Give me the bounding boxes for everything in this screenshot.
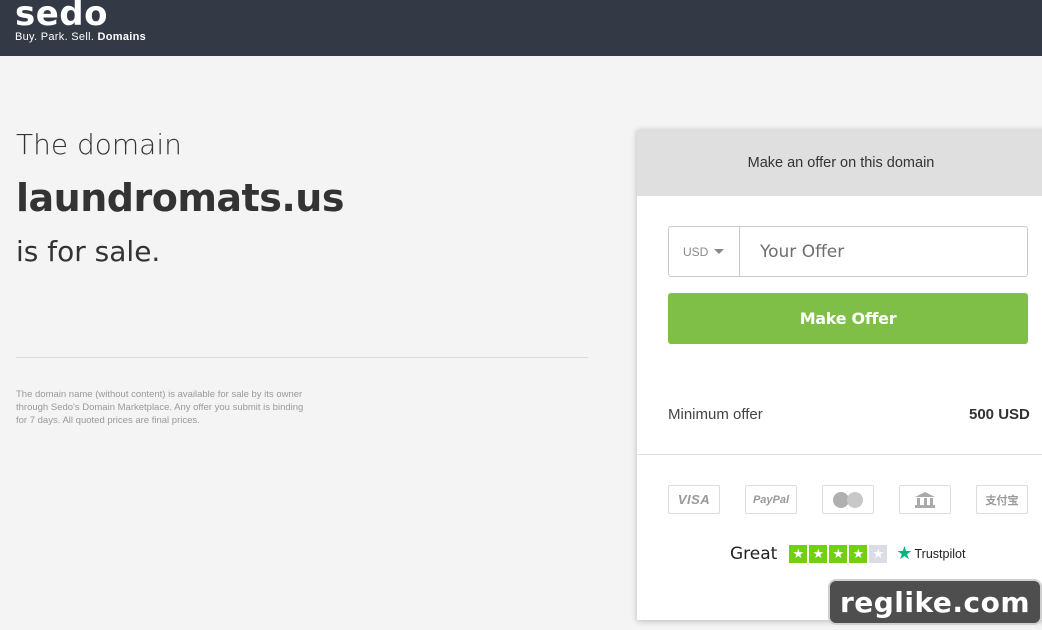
make-offer-button[interactable]: Make Offer	[668, 293, 1028, 344]
offer-panel-title: Make an offer on this domain	[637, 130, 1042, 196]
rating-stars: ★ ★ ★ ★ ★	[789, 544, 888, 563]
star-icon: ★	[809, 544, 828, 563]
minimum-offer-label: Minimum offer	[668, 406, 763, 423]
currency-label: USD	[683, 244, 709, 259]
offer-input-row: USD	[668, 226, 1028, 277]
minimum-offer-value: 500 USD	[969, 406, 1030, 423]
domain-name: laundromats.us	[16, 176, 344, 220]
paypal-icon: PayPal	[745, 485, 797, 514]
trustpilot-brand: Trustpilot	[914, 546, 966, 561]
currency-select[interactable]: USD	[669, 227, 740, 276]
tagline-prefix: Buy. Park. Sell.	[15, 31, 95, 43]
caret-down-icon	[714, 249, 725, 254]
visa-icon: VISA	[668, 485, 720, 514]
payment-methods: VISA PayPal 支付宝	[668, 485, 1028, 514]
mastercard-icon	[822, 485, 874, 514]
star-icon: ★	[829, 544, 848, 563]
site-header: sedo Buy. Park. Sell. Domains	[0, 0, 1042, 56]
trustpilot-rating[interactable]: Great ★ ★ ★ ★ ★ ★ Trustpilot	[730, 543, 965, 564]
domain-pre-text: The domain	[16, 128, 182, 161]
panel-divider	[637, 454, 1042, 455]
star-empty-icon: ★	[869, 544, 888, 563]
sedo-logo[interactable]: sedo	[15, 0, 108, 34]
tagline: Buy. Park. Sell. Domains	[15, 31, 146, 43]
rating-label: Great	[730, 543, 778, 564]
trustpilot-logo-icon: ★	[896, 543, 913, 563]
star-icon: ★	[849, 544, 868, 563]
domain-post-text: is for sale.	[16, 235, 161, 268]
tagline-bold: Domains	[97, 31, 147, 43]
bank-transfer-icon	[899, 485, 951, 514]
offer-panel: Make an offer on this domain USD Make Of…	[637, 130, 1042, 620]
disclaimer-text: The domain name (without content) is ava…	[16, 389, 304, 426]
star-icon: ★	[789, 544, 808, 563]
watermark-badge: reglike.com	[828, 579, 1042, 625]
alipay-icon: 支付宝	[976, 485, 1028, 514]
offer-amount-input[interactable]	[740, 227, 1027, 276]
content-divider	[16, 357, 588, 358]
